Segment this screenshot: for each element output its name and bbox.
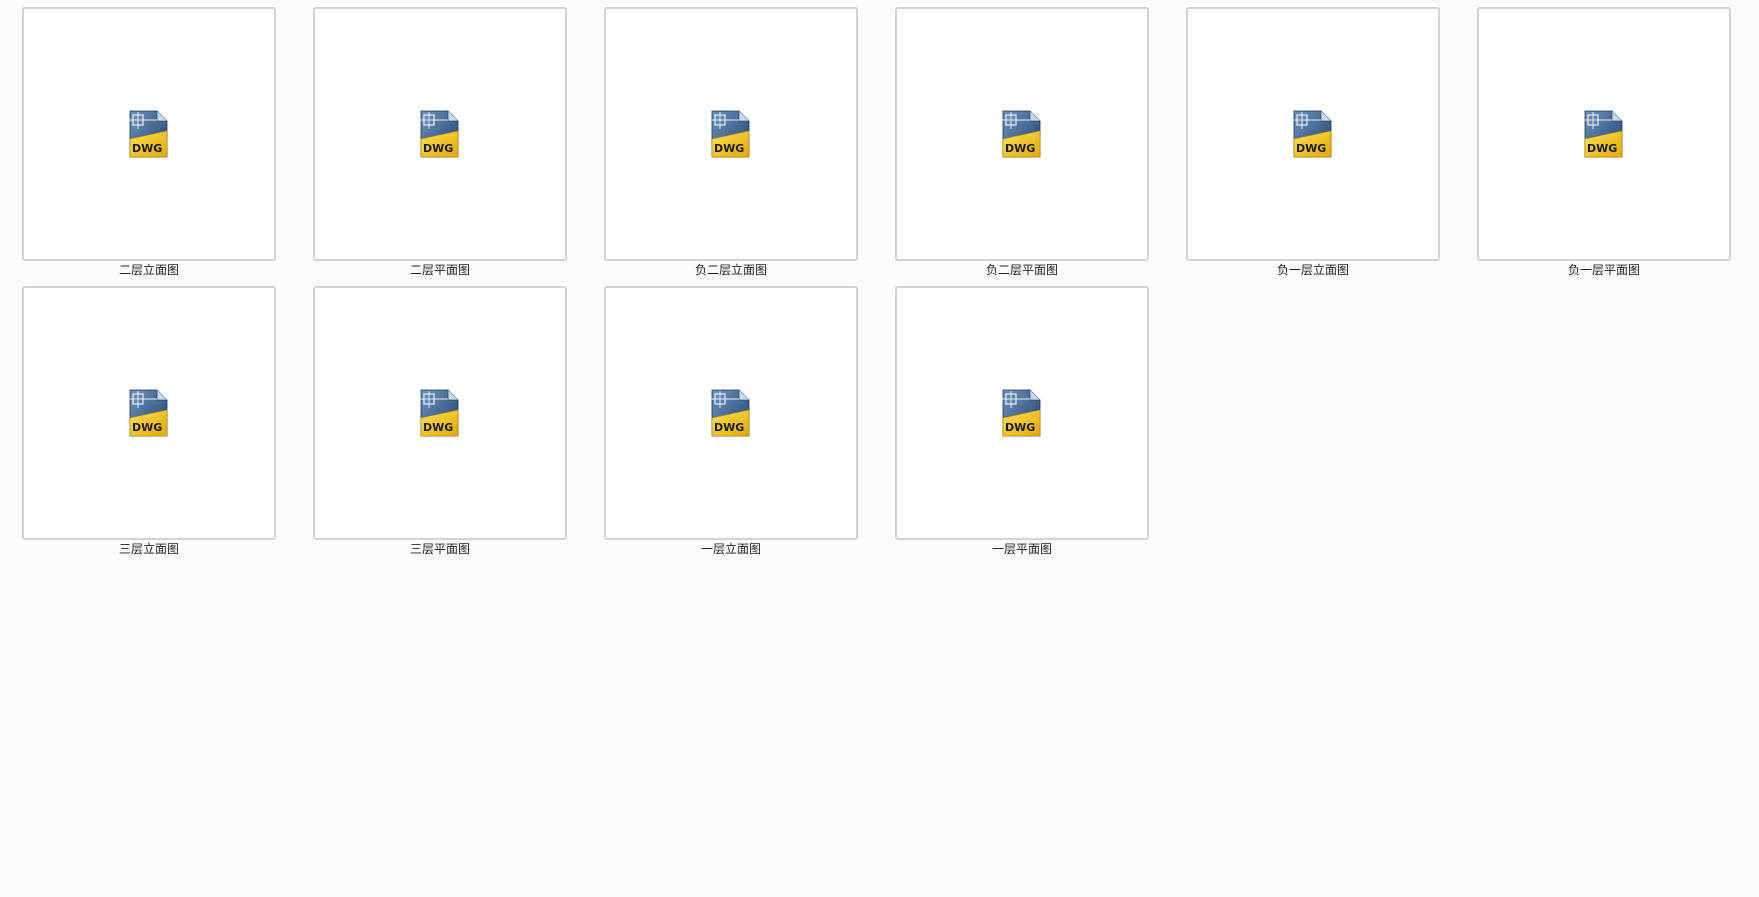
file-thumbnail[interactable]: DWG	[313, 7, 567, 261]
file-thumbnail[interactable]: DWG	[1186, 7, 1440, 261]
dwg-file-icon: DWG	[129, 389, 168, 437]
file-item[interactable]: DWG 二层平面图	[312, 7, 568, 286]
dwg-file-icon: DWG	[1002, 110, 1041, 158]
dwg-file-icon: DWG	[1002, 389, 1041, 437]
svg-text:DWG: DWG	[132, 421, 162, 434]
file-name[interactable]: 一层立面图	[701, 542, 761, 557]
dwg-file-icon: DWG	[1584, 110, 1623, 158]
file-item[interactable]: DWG 二层立面图	[21, 7, 277, 286]
svg-text:DWG: DWG	[1587, 142, 1617, 155]
svg-text:DWG: DWG	[1005, 142, 1035, 155]
file-item[interactable]: DWG 负二层平面图	[894, 7, 1150, 286]
file-thumbnail[interactable]: DWG	[604, 286, 858, 540]
file-thumbnail[interactable]: DWG	[22, 286, 276, 540]
file-item[interactable]: DWG 一层立面图	[603, 286, 859, 565]
dwg-file-icon: DWG	[1293, 110, 1332, 158]
svg-text:DWG: DWG	[714, 421, 744, 434]
file-thumbnail[interactable]: DWG	[895, 286, 1149, 540]
file-name[interactable]: 二层平面图	[410, 263, 470, 278]
file-name[interactable]: 二层立面图	[119, 263, 179, 278]
dwg-file-icon: DWG	[420, 389, 459, 437]
dwg-file-icon: DWG	[711, 389, 750, 437]
file-name[interactable]: 三层立面图	[119, 542, 179, 557]
file-grid: DWG 二层立面图 DWG 二层平面图 DWG 负二层立面图 DWG 负二层平面…	[21, 7, 1732, 565]
svg-text:DWG: DWG	[1005, 421, 1035, 434]
file-name[interactable]: 负二层平面图	[986, 263, 1058, 278]
svg-text:DWG: DWG	[714, 142, 744, 155]
dwg-file-icon: DWG	[129, 110, 168, 158]
file-name[interactable]: 三层平面图	[410, 542, 470, 557]
file-thumbnail[interactable]: DWG	[895, 7, 1149, 261]
svg-text:DWG: DWG	[423, 142, 453, 155]
svg-text:DWG: DWG	[1296, 142, 1326, 155]
file-name[interactable]: 负一层立面图	[1277, 263, 1349, 278]
file-name[interactable]: 一层平面图	[992, 542, 1052, 557]
file-item[interactable]: DWG 三层立面图	[21, 286, 277, 565]
svg-text:DWG: DWG	[132, 142, 162, 155]
file-thumbnail[interactable]: DWG	[1477, 7, 1731, 261]
svg-text:DWG: DWG	[423, 421, 453, 434]
file-thumbnail[interactable]: DWG	[604, 7, 858, 261]
file-name[interactable]: 负一层平面图	[1568, 263, 1640, 278]
file-item[interactable]: DWG 负一层平面图	[1476, 7, 1732, 286]
file-item[interactable]: DWG 负二层立面图	[603, 7, 859, 286]
file-item[interactable]: DWG 负一层立面图	[1185, 7, 1441, 286]
file-thumbnail[interactable]: DWG	[313, 286, 567, 540]
file-thumbnail[interactable]: DWG	[22, 7, 276, 261]
file-name[interactable]: 负二层立面图	[695, 263, 767, 278]
file-item[interactable]: DWG 三层平面图	[312, 286, 568, 565]
dwg-file-icon: DWG	[711, 110, 750, 158]
dwg-file-icon: DWG	[420, 110, 459, 158]
file-item[interactable]: DWG 一层平面图	[894, 286, 1150, 565]
